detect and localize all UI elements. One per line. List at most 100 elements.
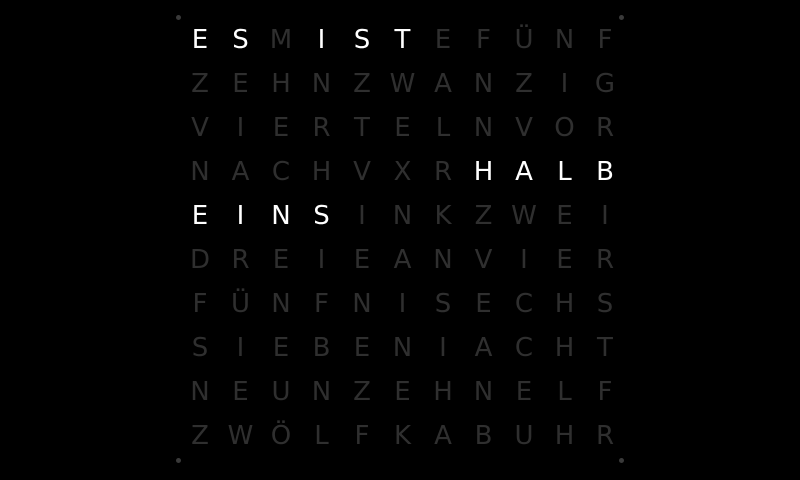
clock-letter: U <box>514 421 534 451</box>
letter-row-7: FÜNFNISECHS <box>185 282 615 326</box>
letter-row-2: ZEHNZWANZIG <box>185 62 615 106</box>
clock-letter: H <box>554 289 575 319</box>
clock-letter: R <box>595 421 615 451</box>
corner-dot-top-left <box>176 15 181 20</box>
clock-letter: L <box>435 113 451 143</box>
clock-letter: H <box>433 377 453 407</box>
clock-letter: Z <box>191 421 209 451</box>
clock-letter: Z <box>353 377 371 407</box>
clock-letter: H <box>473 157 494 187</box>
clock-letter: Z <box>515 69 533 99</box>
clock-letter: V <box>191 113 209 143</box>
clock-letter: N <box>271 289 291 319</box>
clock-letter: N <box>311 377 332 407</box>
clock-letter: E <box>232 377 249 407</box>
clock-letter: E <box>353 245 371 275</box>
clock-letter: N <box>473 113 494 143</box>
clock-letter: A <box>231 157 250 187</box>
clock-letter: I <box>439 333 447 363</box>
clock-letter: E <box>475 289 492 319</box>
letter-row-1: ESMISTEFÜNF <box>185 18 615 62</box>
letter-row-6: DREIEANVIER <box>185 238 615 282</box>
clock-letter: A <box>434 421 452 451</box>
clock-letter: V <box>515 113 533 143</box>
letter-row-3: VIERTELNVOR <box>185 106 615 150</box>
letter-grid: ESMISTEFÜNFZEHNZWANZIGVIERTELNVORNACHVXR… <box>185 18 615 462</box>
clock-letter: B <box>596 157 614 187</box>
clock-letter: N <box>392 201 413 231</box>
clock-letter: I <box>236 113 245 143</box>
clock-letter: A <box>434 69 452 99</box>
clock-letter: T <box>597 333 613 363</box>
clock-letter: K <box>434 201 452 231</box>
clock-letter: F <box>354 421 370 451</box>
clock-letter: E <box>394 377 411 407</box>
clock-letter: I <box>601 201 609 231</box>
clock-letter: S <box>434 289 452 319</box>
clock-letter: K <box>393 421 412 451</box>
clock-letter: F <box>314 289 329 319</box>
letter-row-8: SIEBENIACHT <box>185 326 615 370</box>
clock-letter: F <box>192 289 208 319</box>
clock-letter: E <box>191 201 209 231</box>
clock-letter: S <box>596 289 614 319</box>
clock-letter: Ü <box>514 25 534 55</box>
clock-letter: L <box>314 421 329 451</box>
clock-letter: R <box>231 245 250 275</box>
clock-letter: E <box>515 377 533 407</box>
clock-letter: O <box>554 113 575 143</box>
clock-letter: N <box>271 201 291 231</box>
clock-letter: C <box>514 289 534 319</box>
clock-letter: N <box>433 245 453 275</box>
clock-letter: W <box>389 69 416 99</box>
clock-letter: I <box>317 25 326 55</box>
clock-letter: E <box>353 333 371 363</box>
clock-letter: A <box>515 157 533 187</box>
clock-letter: E <box>394 113 411 143</box>
clock-letter: C <box>514 333 534 363</box>
clock-letter: A <box>474 333 493 363</box>
letter-row-5: EINSINKZWEI <box>185 194 615 238</box>
clock-letter: S <box>191 333 209 363</box>
clock-letter: F <box>597 377 613 407</box>
clock-letter: W <box>511 201 537 231</box>
clock-letter: V <box>353 157 371 187</box>
clock-letter: E <box>232 69 249 99</box>
clock-letter: I <box>236 201 245 231</box>
clock-letter: R <box>595 245 615 275</box>
corner-dot-bottom-right <box>619 458 624 463</box>
clock-letter: B <box>474 421 493 451</box>
letter-row-9: NEUNZEHNELF <box>185 370 615 414</box>
clock-letter: E <box>191 25 209 55</box>
clock-letter: F <box>597 25 613 55</box>
clock-letter: N <box>311 69 332 99</box>
clock-letter: I <box>560 69 569 99</box>
clock-letter: N <box>190 377 210 407</box>
clock-letter: E <box>556 245 573 275</box>
clock-letter: L <box>557 157 572 187</box>
clock-letter: S <box>353 25 371 55</box>
clock-letter: N <box>190 157 210 187</box>
clock-letter: Z <box>191 69 209 99</box>
word-clock-face: ESMISTEFÜNFZEHNZWANZIGVIERTELNVORNACHVXR… <box>0 0 800 480</box>
clock-letter: L <box>557 377 572 407</box>
clock-letter: I <box>520 245 528 275</box>
clock-letter: Ü <box>230 289 251 319</box>
letter-row-10: ZWÖLFKABUHR <box>185 414 615 458</box>
clock-letter: E <box>434 25 452 55</box>
clock-letter: S <box>232 25 249 55</box>
clock-letter: U <box>271 377 291 407</box>
clock-letter: E <box>272 333 290 363</box>
clock-letter: R <box>595 113 615 143</box>
clock-letter: E <box>272 113 290 143</box>
clock-letter: D <box>189 245 211 275</box>
corner-dot-bottom-left <box>176 458 181 463</box>
clock-letter: N <box>473 377 494 407</box>
clock-letter: N <box>554 25 575 55</box>
clock-letter: H <box>311 157 332 187</box>
clock-letter: G <box>594 69 616 99</box>
clock-letter: H <box>271 69 291 99</box>
clock-letter: V <box>474 245 493 275</box>
clock-letter: E <box>556 201 573 231</box>
clock-letter: I <box>236 333 245 363</box>
